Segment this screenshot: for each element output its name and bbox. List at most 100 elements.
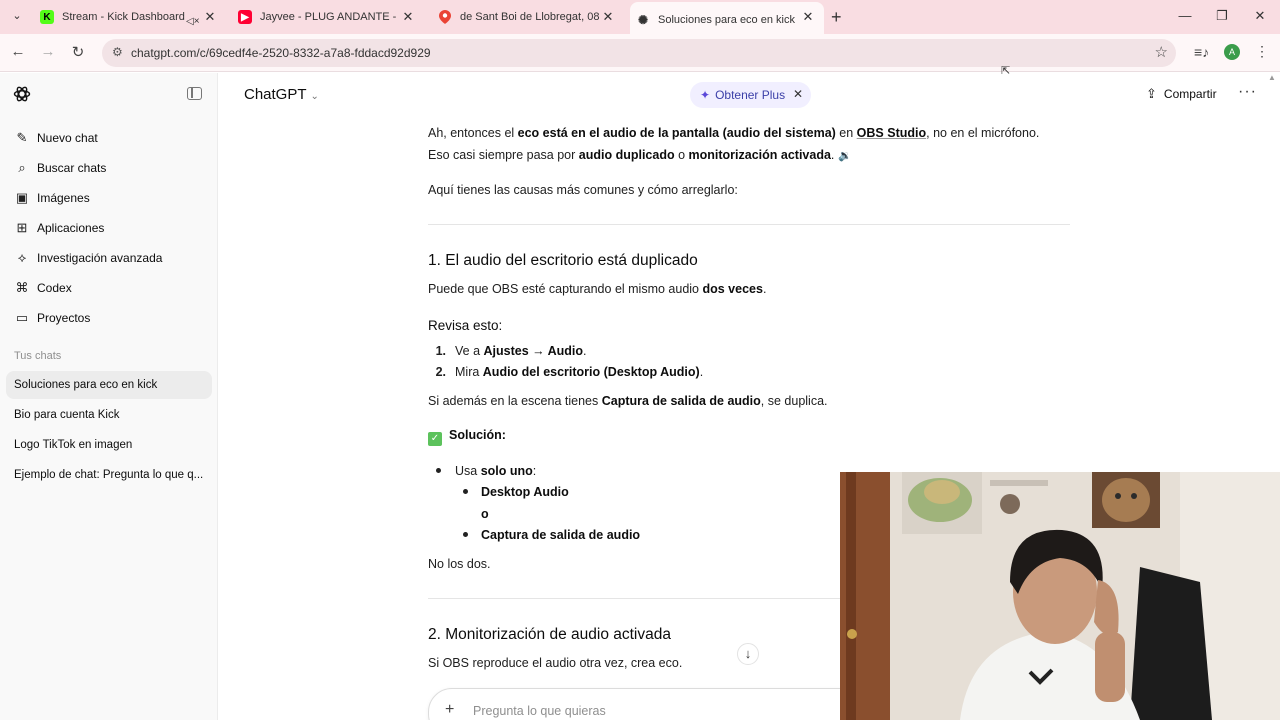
list-item: Captura de salida de audio [463,528,640,542]
share-icon: ⇪ [1146,86,1157,101]
apps-icon: ⊞ [16,220,28,235]
back-icon[interactable]: ← [8,43,28,60]
mouse-cursor-icon: ⇱ [1001,65,1011,77]
get-plus-button[interactable]: ✦ Obtener Plus ✕ [690,82,812,108]
sidebar-item-label: Nuevo chat [37,131,98,145]
chats-section-label: Tus chats [14,350,62,362]
webcam-feed-image [840,472,1280,720]
chat-item-active[interactable]: Soluciones para eco en kick [6,371,212,399]
close-tab-icon[interactable]: ✕ [202,9,218,25]
message-paragraph: No los dos. [428,557,491,571]
maximize-icon[interactable]: ❐ [1213,8,1231,24]
scrollbar-up-arrow[interactable]: ▲ [1268,73,1276,82]
close-tab-icon[interactable]: ✕ [600,9,616,25]
close-icon[interactable]: ✕ [793,87,803,101]
composer-placeholder[interactable]: Pregunta lo que quieras [473,704,606,718]
tab-search-dropdown[interactable]: ⌄ [8,9,26,25]
sidebar-item-label: Imágenes [37,191,90,205]
search-icon: ⌕ [18,160,26,175]
webcam-overlay [840,472,1280,720]
minimize-icon[interactable]: — [1176,8,1194,23]
bullet-icon [436,468,441,473]
new-tab-icon[interactable]: + [831,7,842,28]
close-tab-icon[interactable]: ✕ [800,9,816,25]
media-controls-icon[interactable]: ≡♪ [1194,44,1209,60]
close-tab-icon[interactable]: ✕ [400,9,416,25]
browser-tab-maps[interactable]: de Sant Boi de Llobregat, 08830 ✕ [438,5,618,29]
divider [428,224,1070,225]
kick-icon: K [40,10,54,24]
chat-item[interactable]: Bio para cuenta Kick [6,401,212,429]
attach-plus-icon[interactable]: + [445,701,454,719]
chatgpt-icon: ✺ [637,12,649,27]
more-options-icon[interactable]: ··· [1238,83,1257,101]
sidebar-item-apps[interactable]: ⊞ Aplicaciones [6,213,212,243]
model-name: ChatGPT [244,86,307,103]
sidebar-item-search[interactable]: ⌕ Buscar chats [6,153,212,183]
tab-muted-icon[interactable]: ◁× [186,9,200,33]
sparkle-icon: ✦ [700,88,711,102]
bullet-icon [463,532,468,537]
sidebar-item-projects[interactable]: ▭ Proyectos [6,303,212,333]
chat-header: ChatGPT ⌄ ✦ Obtener Plus ✕ ⇪ Compartir ··… [218,73,1280,117]
new-chat-icon: ✎ [16,130,28,145]
sidebar-item-label: Aplicaciones [37,221,105,235]
chat-item[interactable]: Logo TikTok en imagen [6,431,212,459]
sidebar-item-images[interactable]: ▣ Imágenes [6,183,212,213]
browser-toolbar: ← → ↻ ⚙ chatgpt.com/c/69cedf4e-2520-8332… [0,34,1280,72]
list-item-text: o [481,507,489,521]
list-item: Desktop Audio [463,485,569,499]
forward-icon[interactable]: → [38,43,58,60]
profile-avatar[interactable]: A [1224,44,1240,60]
message-paragraph: Aquí tienes las causas más comunes y cóm… [428,183,738,197]
tab-title: de Sant Boi de Llobregat, 08830 [460,11,600,23]
close-window-icon[interactable]: ✕ [1251,8,1269,24]
bullet-icon [463,489,468,494]
sidebar-item-new-chat[interactable]: ✎ Nuevo chat [6,123,212,153]
chatgpt-logo-icon[interactable] [13,85,31,103]
message-paragraph: Si además en la escena tienes Captura de… [428,394,828,408]
solution-label: ✓ Solución: [428,428,506,446]
browser-tab-strip: ⌄ K Stream - Kick Dashboard ✕ ▶ Jayvee -… [0,0,1280,34]
browser-tab-youtube[interactable]: ▶ Jayvee - PLUG ANDANTE - YouT ✕ [238,5,418,29]
speaker-emoji-icon: 🔉 [838,150,853,162]
address-bar[interactable]: ⚙ chatgpt.com/c/69cedf4e-2520-8332-a7a8-… [102,39,1176,67]
sidebar-item-codex[interactable]: ⌘ Codex [6,273,212,303]
maps-pin-icon [438,10,452,24]
browser-menu-icon[interactable]: ⋮ [1255,43,1269,60]
reload-icon[interactable]: ↻ [68,43,88,61]
section-heading: 2. Monitorización de audio activada [428,626,671,643]
url-text[interactable]: chatgpt.com/c/69cedf4e-2520-8332-a7a8-fd… [131,46,431,60]
sidebar-item-label: Investigación avanzada [37,251,163,265]
subheading: Revisa esto: [428,318,503,333]
chat-item[interactable]: Ejemplo de chat: Pregunta lo que q... [6,461,212,489]
site-info-icon[interactable]: ⚙ [112,45,123,59]
numbered-list-item: 2. Mira Audio del escritorio (Desktop Aud… [435,365,704,379]
sidebar: ✎ Nuevo chat ⌕ Buscar chats ▣ Imágenes ⊞… [0,73,218,720]
codex-icon: ⌘ [15,280,29,295]
bookmark-star-icon[interactable]: ☆ [1155,43,1168,61]
tab-title: Jayvee - PLUG ANDANTE - YouT [260,11,398,23]
youtube-icon: ▶ [238,10,252,24]
message-paragraph: Eso casi siempre pasa por audio duplicad… [428,148,853,162]
folder-icon: ▭ [15,310,29,325]
research-icon: ⟡ [17,250,27,265]
share-button[interactable]: ⇪ Compartir [1146,86,1217,102]
sidebar-item-label: Buscar chats [37,161,107,175]
images-icon: ▣ [15,190,29,205]
sidebar-toggle-icon[interactable] [187,87,202,100]
message-paragraph: Ah, entonces el eco está en el audio de … [428,126,1040,140]
sidebar-item-label: Proyectos [37,311,91,325]
browser-tab-chatgpt[interactable]: ✺ Soluciones para eco en kick ✕ [630,2,824,34]
get-plus-label: Obtener Plus [715,88,786,102]
model-selector[interactable]: ChatGPT ⌄ [244,86,319,103]
share-label: Compartir [1163,87,1217,101]
numbered-list-item: 1. Ve a Ajustes → Audio. [435,344,587,358]
scroll-down-arrow-icon[interactable]: ↓ [737,643,759,665]
tab-title: Stream - Kick Dashboard [62,11,185,23]
speaker-muted-icon: ◁× [186,15,200,27]
sidebar-item-research[interactable]: ⟡ Investigación avanzada [6,243,212,273]
section-heading: 1. El audio del escritorio está duplicad… [428,252,698,269]
message-paragraph: Si OBS reproduce el audio otra vez, crea… [428,656,683,670]
check-mark-icon: ✓ [428,432,442,446]
